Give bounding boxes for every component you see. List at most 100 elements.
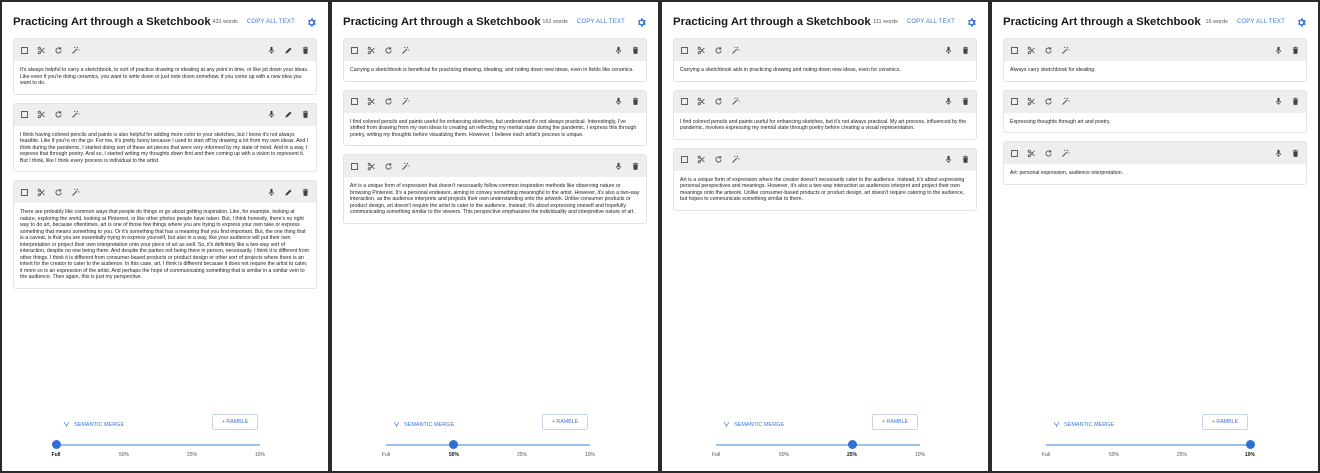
trash-icon[interactable] xyxy=(301,110,310,119)
magic-wand-icon[interactable] xyxy=(71,46,80,55)
copy-all-button[interactable]: COPY ALL TEXT xyxy=(577,19,625,25)
magic-wand-icon[interactable] xyxy=(731,155,740,164)
magic-wand-icon[interactable] xyxy=(71,110,80,119)
scissors-icon[interactable] xyxy=(37,110,46,119)
scissors-icon[interactable] xyxy=(1027,46,1036,55)
slider-tick-label[interactable]: Full xyxy=(52,452,61,458)
refresh-icon[interactable] xyxy=(1044,46,1053,55)
slider-tick-label[interactable]: 50% xyxy=(449,452,459,458)
scissors-icon[interactable] xyxy=(1027,149,1036,158)
trash-icon[interactable] xyxy=(961,46,970,55)
refresh-icon[interactable] xyxy=(1044,149,1053,158)
magic-wand-icon[interactable] xyxy=(401,46,410,55)
checkbox-icon[interactable] xyxy=(1010,149,1019,158)
trash-icon[interactable] xyxy=(301,188,310,197)
refresh-icon[interactable] xyxy=(54,110,63,119)
trash-icon[interactable] xyxy=(961,97,970,106)
slider-tick-label[interactable]: 10% xyxy=(585,452,595,458)
scissors-icon[interactable] xyxy=(37,188,46,197)
slider-knob[interactable] xyxy=(449,440,459,449)
summary-slider[interactable] xyxy=(386,440,590,449)
checkbox-icon[interactable] xyxy=(350,97,359,106)
microphone-icon[interactable] xyxy=(944,155,953,164)
scissors-icon[interactable] xyxy=(367,46,376,55)
microphone-icon[interactable] xyxy=(614,162,623,171)
slider-tick-label[interactable]: 25% xyxy=(847,452,857,458)
pencil-icon[interactable] xyxy=(284,110,293,119)
checkbox-icon[interactable] xyxy=(350,46,359,55)
microphone-icon[interactable] xyxy=(614,97,623,106)
summary-slider[interactable] xyxy=(716,440,920,449)
scissors-icon[interactable] xyxy=(1027,97,1036,106)
microphone-icon[interactable] xyxy=(267,110,276,119)
scissors-icon[interactable] xyxy=(367,162,376,171)
ramble-button[interactable]: + RAMBLE xyxy=(872,414,918,430)
checkbox-icon[interactable] xyxy=(680,155,689,164)
refresh-icon[interactable] xyxy=(54,188,63,197)
refresh-icon[interactable] xyxy=(714,46,723,55)
microphone-icon[interactable] xyxy=(1274,46,1283,55)
scissors-icon[interactable] xyxy=(367,97,376,106)
ramble-button[interactable]: + RAMBLE xyxy=(212,414,258,430)
semantic-merge-button[interactable]: SEMANTIC MERGE xyxy=(1052,420,1114,429)
copy-all-button[interactable]: COPY ALL TEXT xyxy=(1237,19,1285,25)
semantic-merge-button[interactable]: SEMANTIC MERGE xyxy=(392,420,454,429)
slider-tick-label[interactable]: 25% xyxy=(187,452,197,458)
scissors-icon[interactable] xyxy=(697,155,706,164)
semantic-merge-button[interactable]: SEMANTIC MERGE xyxy=(62,420,124,429)
ramble-button[interactable]: + RAMBLE xyxy=(542,414,588,430)
slider-tick-label[interactable]: 10% xyxy=(915,452,925,458)
semantic-merge-button[interactable]: SEMANTIC MERGE xyxy=(722,420,784,429)
scissors-icon[interactable] xyxy=(37,46,46,55)
slider-tick-label[interactable]: 25% xyxy=(517,452,527,458)
trash-icon[interactable] xyxy=(1291,46,1300,55)
refresh-icon[interactable] xyxy=(384,46,393,55)
magic-wand-icon[interactable] xyxy=(401,162,410,171)
microphone-icon[interactable] xyxy=(944,46,953,55)
refresh-icon[interactable] xyxy=(384,162,393,171)
slider-knob[interactable] xyxy=(1245,440,1255,449)
magic-wand-icon[interactable] xyxy=(731,46,740,55)
slider-tick-label[interactable]: 50% xyxy=(119,452,129,458)
microphone-icon[interactable] xyxy=(1274,97,1283,106)
refresh-icon[interactable] xyxy=(1044,97,1053,106)
checkbox-icon[interactable] xyxy=(20,110,29,119)
slider-tick-label[interactable]: 10% xyxy=(1245,452,1255,458)
scissors-icon[interactable] xyxy=(697,46,706,55)
slider-tick-label[interactable]: 50% xyxy=(779,452,789,458)
refresh-icon[interactable] xyxy=(54,46,63,55)
microphone-icon[interactable] xyxy=(267,46,276,55)
magic-wand-icon[interactable] xyxy=(71,188,80,197)
refresh-icon[interactable] xyxy=(384,97,393,106)
microphone-icon[interactable] xyxy=(1274,149,1283,158)
microphone-icon[interactable] xyxy=(614,46,623,55)
magic-wand-icon[interactable] xyxy=(731,97,740,106)
slider-tick-label[interactable]: Full xyxy=(1042,452,1050,458)
pencil-icon[interactable] xyxy=(284,46,293,55)
magic-wand-icon[interactable] xyxy=(401,97,410,106)
slider-tick-label[interactable]: 25% xyxy=(1177,452,1187,458)
trash-icon[interactable] xyxy=(1291,97,1300,106)
magic-wand-icon[interactable] xyxy=(1061,46,1070,55)
refresh-icon[interactable] xyxy=(714,155,723,164)
checkbox-icon[interactable] xyxy=(20,46,29,55)
summary-slider[interactable] xyxy=(51,440,260,449)
trash-icon[interactable] xyxy=(961,155,970,164)
slider-tick-label[interactable]: Full xyxy=(382,452,390,458)
checkbox-icon[interactable] xyxy=(20,188,29,197)
copy-all-button[interactable]: COPY ALL TEXT xyxy=(247,19,295,25)
trash-icon[interactable] xyxy=(631,162,640,171)
gear-icon[interactable] xyxy=(1295,16,1307,28)
checkbox-icon[interactable] xyxy=(1010,97,1019,106)
slider-knob[interactable] xyxy=(847,440,857,449)
trash-icon[interactable] xyxy=(1291,149,1300,158)
gear-icon[interactable] xyxy=(635,16,647,28)
checkbox-icon[interactable] xyxy=(350,162,359,171)
scissors-icon[interactable] xyxy=(697,97,706,106)
slider-tick-label[interactable]: 50% xyxy=(1109,452,1119,458)
copy-all-button[interactable]: COPY ALL TEXT xyxy=(907,19,955,25)
slider-tick-label[interactable]: 10% xyxy=(255,452,265,458)
microphone-icon[interactable] xyxy=(267,188,276,197)
magic-wand-icon[interactable] xyxy=(1061,149,1070,158)
microphone-icon[interactable] xyxy=(944,97,953,106)
